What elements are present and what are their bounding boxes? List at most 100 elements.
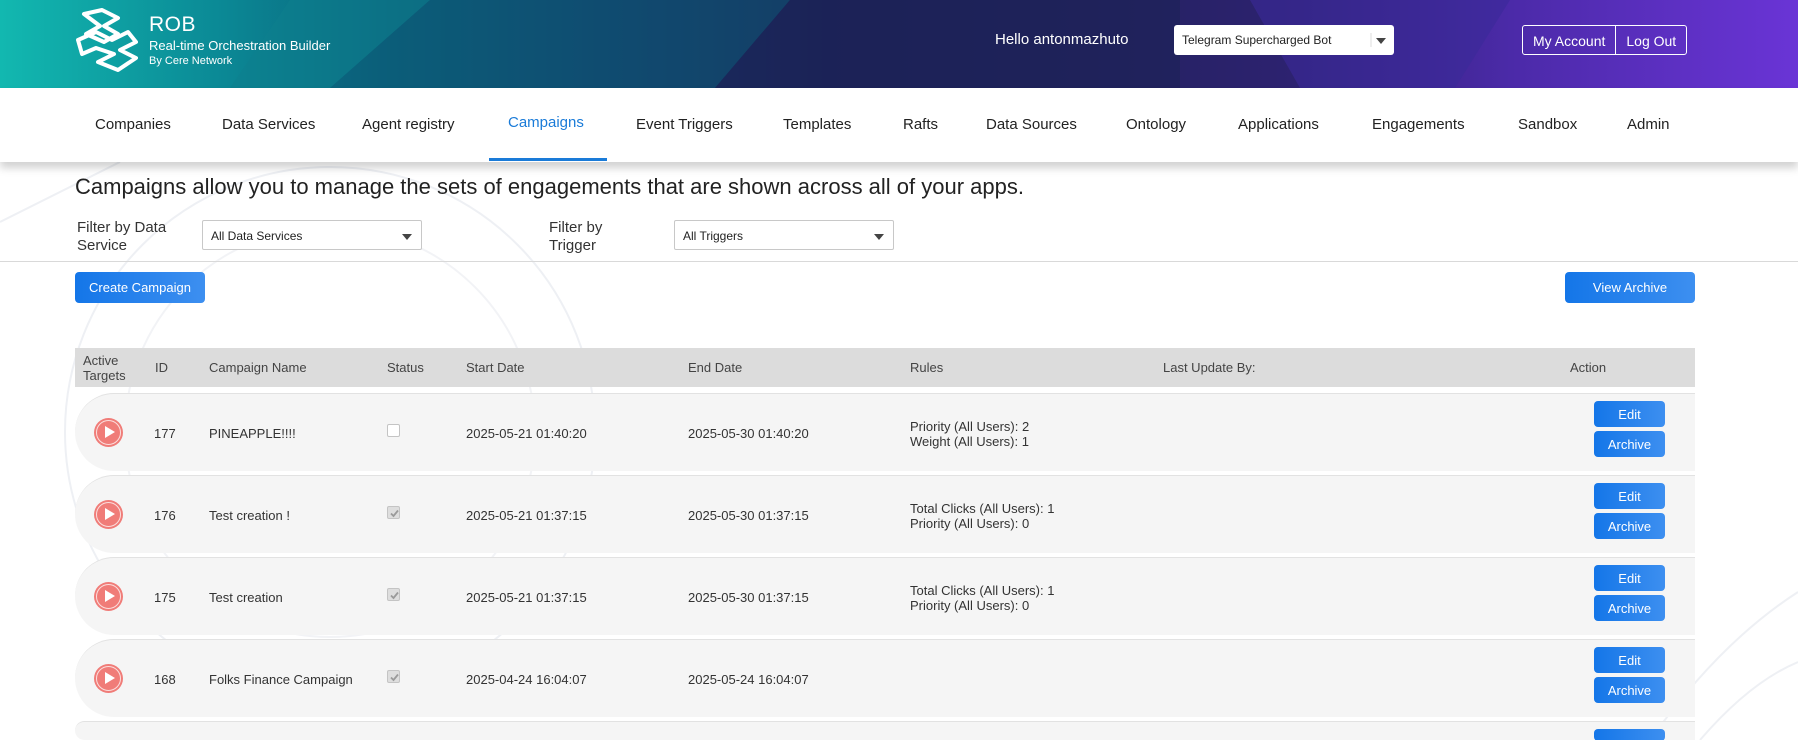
nav-event-triggers[interactable]: Event Triggers (636, 116, 733, 133)
status-checkbox[interactable] (387, 506, 400, 519)
col-rules: Rules (910, 360, 944, 375)
nav-admin[interactable]: Admin (1627, 116, 1670, 133)
col-start-date: Start Date (466, 360, 525, 375)
nav-campaigns[interactable]: Campaigns (508, 114, 584, 131)
chevron-down-icon (1370, 33, 1386, 47)
edit-button[interactable]: Edit (1594, 565, 1665, 591)
filter-divider (0, 261, 1798, 262)
nav-templates[interactable]: Templates (783, 116, 851, 133)
play-icon[interactable] (94, 500, 123, 529)
edit-button[interactable]: Edit (1594, 647, 1665, 673)
archive-button[interactable]: Archive (1594, 431, 1665, 457)
filter-trigger-label-line1: Filter by (549, 219, 603, 236)
my-account-button[interactable]: My Account (1523, 26, 1615, 54)
filter-service-label: Filter by Data Service (77, 219, 166, 255)
campaign-id: 176 (154, 508, 176, 523)
top-header: ROB Real-time Orchestration Builder By C… (0, 0, 1798, 88)
col-active-targets: Active Targets (83, 353, 126, 383)
col-id: ID (155, 360, 168, 375)
brand-name: ROB (149, 13, 197, 36)
rules-cell: Total Clicks (All Users): 1 Priority (Al… (910, 501, 1054, 531)
brand-byline: By Cere Network (149, 55, 233, 67)
main-nav: Companies Data Services Agent registry C… (0, 88, 1798, 162)
start-date: 2025-05-21 01:37:15 (466, 508, 587, 523)
nav-sandbox[interactable]: Sandbox (1518, 116, 1577, 133)
edit-button[interactable]: Edit (1594, 401, 1665, 427)
rule-line: Total Clicks (All Users): 1 (910, 583, 1055, 598)
status-checkbox[interactable] (387, 670, 400, 683)
data-service-filter-value: All Data Services (211, 229, 303, 243)
account-buttons: My Account Log Out (1522, 25, 1688, 55)
col-active-line1: Active (83, 353, 119, 368)
status-checkbox[interactable] (387, 588, 400, 601)
campaign-id: 175 (154, 590, 176, 605)
data-service-filter-select[interactable]: All Data Services (202, 220, 422, 250)
brand-block: ROB Real-time Orchestration Builder By C… (149, 12, 330, 68)
edit-button[interactable] (1594, 729, 1665, 740)
archive-button[interactable]: Archive (1594, 595, 1665, 621)
filter-trigger-label-line2: Trigger (549, 237, 596, 254)
table-row: 168 Folks Finance Campaign 2025-04-24 16… (75, 639, 1695, 717)
col-status: Status (387, 360, 424, 375)
edit-button[interactable]: Edit (1594, 483, 1665, 509)
end-date: 2025-05-30 01:37:15 (688, 590, 809, 605)
campaigns-table-header: Active Targets ID Campaign Name Status S… (75, 348, 1695, 387)
log-out-button[interactable]: Log Out (1615, 26, 1686, 54)
filter-service-label-line2: Service (77, 237, 128, 254)
play-icon[interactable] (94, 418, 123, 447)
col-action: Action (1570, 360, 1607, 375)
start-date: 2025-05-21 01:37:15 (466, 590, 587, 605)
nav-agent-registry[interactable]: Agent registry (362, 116, 455, 133)
archive-button[interactable]: Archive (1594, 513, 1665, 539)
trigger-filter-value: All Triggers (683, 229, 744, 243)
nav-ontology[interactable]: Ontology (1126, 116, 1186, 133)
campaign-name: PINEAPPLE!!!! (209, 426, 296, 441)
checkmark-icon (390, 509, 399, 518)
start-date: 2025-04-24 16:04:07 (466, 672, 587, 687)
campaign-name: Folks Finance Campaign (209, 672, 353, 687)
brand-subtitle: Real-time Orchestration Builder (149, 38, 331, 53)
col-end-date: End Date (688, 360, 743, 375)
nav-active-indicator (489, 158, 607, 161)
rules-cell: Priority (All Users): 2 Weight (All User… (910, 419, 1029, 449)
filter-trigger-label: Filter by Trigger (549, 219, 602, 255)
nav-rafts[interactable]: Rafts (903, 116, 938, 133)
checkmark-icon (390, 591, 399, 600)
trigger-filter-select[interactable]: All Triggers (674, 220, 894, 250)
checkmark-icon (390, 673, 399, 682)
campaign-name: Test creation ! (209, 508, 290, 523)
end-date: 2025-05-24 16:04:07 (688, 672, 809, 687)
nav-applications[interactable]: Applications (1238, 116, 1319, 133)
nav-data-sources[interactable]: Data Sources (986, 116, 1077, 133)
table-row: 176 Test creation ! 2025-05-21 01:37:15 … (75, 475, 1695, 553)
create-campaign-button[interactable]: Create Campaign (75, 272, 205, 303)
nav-engagements[interactable]: Engagements (1372, 116, 1465, 133)
status-checkbox[interactable] (387, 424, 400, 437)
table-row: 177 PINEAPPLE!!!! 2025-05-21 01:40:20 20… (75, 393, 1695, 471)
nav-companies[interactable]: Companies (95, 116, 171, 133)
rob-logo-icon (76, 8, 138, 72)
table-row: 175 Test creation 2025-05-21 01:37:15 20… (75, 557, 1695, 635)
nav-data-services[interactable]: Data Services (222, 116, 315, 133)
campaign-id: 168 (154, 672, 176, 687)
rule-line: Priority (All Users): 0 (910, 598, 1030, 613)
play-icon[interactable] (94, 582, 123, 611)
archive-button[interactable]: Archive (1594, 677, 1665, 703)
end-date: 2025-05-30 01:40:20 (688, 426, 809, 441)
table-row (75, 721, 1695, 740)
page-headline: Campaigns allow you to manage the sets o… (75, 174, 1024, 199)
view-archive-button[interactable]: View Archive (1565, 272, 1695, 303)
play-icon[interactable] (94, 664, 123, 693)
end-date: 2025-05-30 01:37:15 (688, 508, 809, 523)
rule-line: Priority (All Users): 2 (910, 419, 1030, 434)
rule-line: Total Clicks (All Users): 1 (910, 501, 1055, 516)
col-active-line2: Targets (83, 368, 126, 383)
user-greeting: Hello antonmazhuto (995, 31, 1129, 48)
rules-cell: Total Clicks (All Users): 1 Priority (Al… (910, 583, 1054, 613)
col-campaign-name: Campaign Name (209, 360, 307, 375)
chevron-down-icon (402, 234, 412, 240)
bot-selector[interactable]: Telegram Supercharged Bot (1174, 25, 1394, 55)
start-date: 2025-05-21 01:40:20 (466, 426, 587, 441)
campaign-name: Test creation (209, 590, 283, 605)
rule-line: Weight (All Users): 1 (910, 434, 1029, 449)
